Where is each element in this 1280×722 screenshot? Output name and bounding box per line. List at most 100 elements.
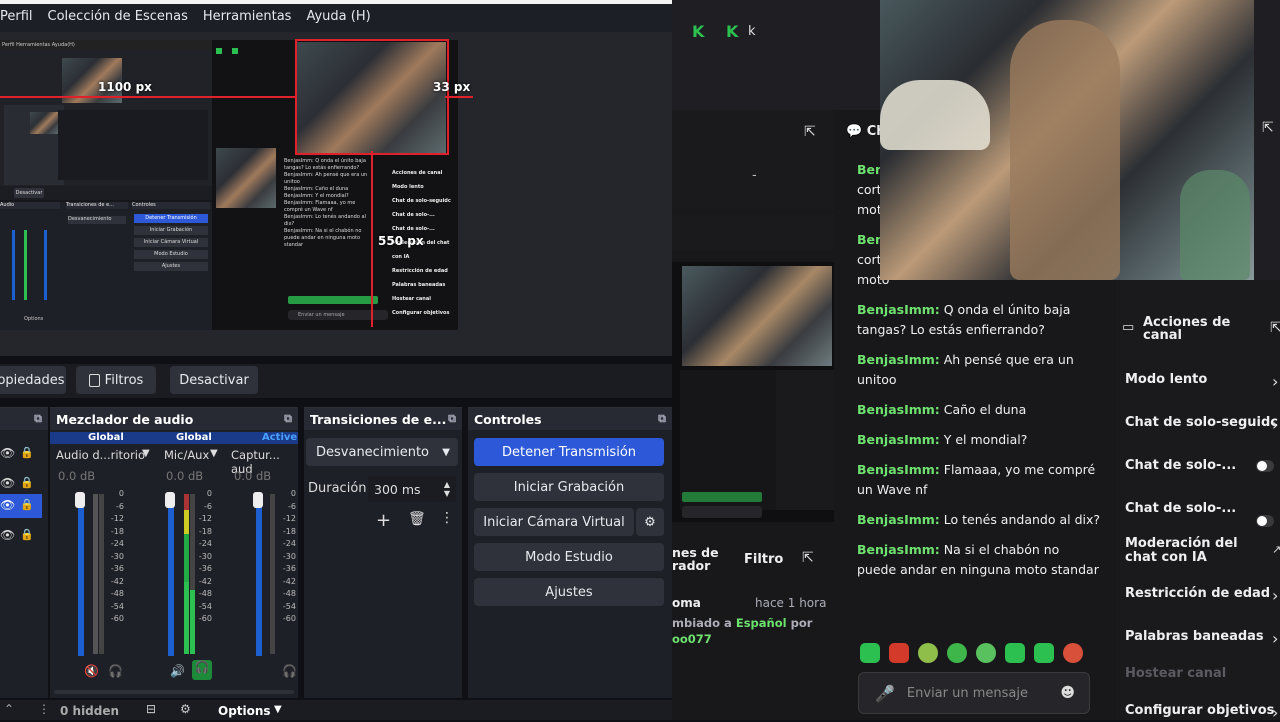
volume-track-2[interactable] xyxy=(256,496,262,656)
eye-icon[interactable]: 👁 xyxy=(0,528,15,542)
speaker-icon[interactable]: 🔊 xyxy=(170,664,185,678)
chat-user[interactable]: BenjasImm: xyxy=(857,462,940,477)
duration-stepper[interactable]: 300 ms ▲ ▼ xyxy=(368,476,456,502)
banned-words-item[interactable]: Palabras baneadas xyxy=(1125,629,1264,644)
kick-logo-icon[interactable]: K xyxy=(726,24,742,40)
muted-speaker-icon[interactable]: 🔇 xyxy=(84,664,99,678)
emoji-icon[interactable]: ☻ xyxy=(1060,685,1075,701)
volume-slider-2[interactable] xyxy=(253,492,263,508)
filter-button[interactable]: Filtro xyxy=(744,552,783,567)
popout-icon[interactable]: ⇱ xyxy=(804,124,816,140)
level-meter-2 xyxy=(270,494,275,654)
layout-icon[interactable]: ⊟ xyxy=(146,702,156,716)
eye-icon[interactable]: 👁 xyxy=(0,498,15,512)
age-restriction-item[interactable]: Restricción de edad xyxy=(1125,586,1270,601)
menu-tools[interactable]: Herramientas xyxy=(203,9,292,24)
trash-icon[interactable]: 🗑 xyxy=(408,511,426,527)
volume-track-0[interactable] xyxy=(78,496,84,656)
gear-icon[interactable]: ⚙ xyxy=(636,508,664,536)
chat-user[interactable]: BenjasImm: xyxy=(857,542,940,557)
nested-actions-1: Modo lento xyxy=(392,184,424,190)
nested-ctrl-2: Iniciar Cámara Virtual xyxy=(134,238,208,247)
stop-streaming-button[interactable]: Detener Transmisión xyxy=(474,438,664,466)
emote-only-item[interactable]: Chat de solo-... xyxy=(1125,501,1236,516)
sub-only-item[interactable]: Chat de solo-... xyxy=(1125,458,1236,473)
settings-button[interactable]: Ajustes xyxy=(474,578,664,606)
transition-select[interactable]: Desvanecimiento ▼ xyxy=(306,438,458,466)
emote-icon[interactable] xyxy=(889,643,909,663)
more-vertical-icon[interactable]: ⋮ xyxy=(440,510,454,526)
eye-icon[interactable]: 👁 xyxy=(0,446,15,460)
popout-icon[interactable]: ⧉ xyxy=(284,412,292,426)
popout-icon[interactable]: ⇱ xyxy=(802,550,814,566)
emote-icon[interactable] xyxy=(860,643,880,663)
chat-user[interactable]: BenjasImm: xyxy=(857,402,940,417)
emote-icon[interactable] xyxy=(918,643,938,663)
deactivate-button[interactable]: Desactivar xyxy=(170,366,258,394)
ai-moderation-item[interactable]: Moderación del chat con IA xyxy=(1125,537,1253,565)
followers-only-item[interactable]: Chat de solo-seguidc xyxy=(1125,415,1278,430)
activity-entry: oma hace 1 hora mbiado a Español por oo0… xyxy=(672,596,834,652)
settings-gear-icon[interactable]: ⚙ xyxy=(180,702,191,716)
selection-box[interactable] xyxy=(295,39,449,155)
chevron-down-icon[interactable]: ▼ xyxy=(274,704,282,715)
studio-mode-button[interactable]: Modo Estudio xyxy=(474,543,664,571)
options-menu[interactable]: Options xyxy=(218,704,271,718)
emote-icon[interactable] xyxy=(1063,643,1083,663)
menu-help[interactable]: Ayuda (H) xyxy=(306,9,370,24)
menu-profile[interactable]: Perfil xyxy=(0,9,33,24)
volume-track-1[interactable] xyxy=(168,496,174,656)
filters-button[interactable]: Filtros xyxy=(76,366,156,394)
chat-user[interactable]: BenjasImm: xyxy=(857,302,940,317)
lock-icon[interactable]: 🔒 xyxy=(20,476,34,489)
popout-icon[interactable]: ⧉ xyxy=(34,412,42,426)
microphone-icon[interactable]: 🎤 xyxy=(875,684,895,703)
monitor-headphones-icon[interactable]: 🎧 xyxy=(192,660,212,680)
chat-user[interactable]: BenjasImm: xyxy=(857,432,940,447)
eye-icon[interactable]: 👁 xyxy=(0,476,15,490)
popout-icon[interactable]: ⧉ xyxy=(658,412,666,426)
lock-icon[interactable]: 🔒 xyxy=(20,528,34,541)
slow-mode-item[interactable]: Modo lento xyxy=(1125,372,1207,387)
menu-scene-collection[interactable]: Colección de Escenas xyxy=(48,9,188,24)
emote-icon[interactable] xyxy=(1034,643,1054,663)
channel-tag-0: Global xyxy=(88,432,124,443)
mini-input xyxy=(682,506,762,518)
emote-icon[interactable] xyxy=(947,643,967,663)
volume-slider-0[interactable] xyxy=(75,492,85,508)
chevron-up-icon[interactable]: ⌃ xyxy=(4,702,14,716)
host-channel-item[interactable]: Hostear canal xyxy=(1125,666,1226,681)
stepper-arrows-icon[interactable]: ▲ ▼ xyxy=(444,480,450,498)
filters-icon xyxy=(88,373,100,387)
mixer-scrollbar[interactable] xyxy=(54,690,294,694)
chevron-down-icon[interactable]: ▼ xyxy=(210,448,218,459)
add-transition-icon[interactable]: + xyxy=(376,510,391,531)
popout-icon[interactable]: ⇱ xyxy=(1270,320,1280,336)
emote-icon[interactable] xyxy=(976,643,996,663)
start-virtual-camera-button[interactable]: Iniciar Cámara Virtual xyxy=(474,508,634,536)
kick-logo-icon[interactable]: K xyxy=(692,24,708,40)
more-vertical-icon[interactable]: ⋮ xyxy=(38,702,50,716)
monitor-headphones-icon[interactable]: 🎧 xyxy=(108,664,123,678)
chat-input[interactable]: 🎤 Enviar un mensaje ☻ xyxy=(858,672,1090,714)
properties-button[interactable]: opiedades xyxy=(0,366,66,394)
emote-icon[interactable] xyxy=(1005,643,1025,663)
lock-icon[interactable]: 🔒 xyxy=(20,498,34,511)
obs-menubar: Perfil Colección de Escenas Herramientas… xyxy=(0,0,672,32)
nested-ctrl-0: Detener Transmisión xyxy=(134,214,208,223)
chat-user[interactable]: BenjasImm: xyxy=(857,352,940,367)
volume-slider-1[interactable] xyxy=(165,492,175,508)
video-figure-hair xyxy=(880,80,990,150)
start-recording-button[interactable]: Iniciar Grabación xyxy=(474,473,664,501)
lock-icon[interactable]: 🔒 xyxy=(20,446,34,459)
popout-icon[interactable]: ⇱ xyxy=(1262,120,1280,138)
stream-video[interactable] xyxy=(880,0,1254,280)
chat-user[interactable]: BenjasImm: xyxy=(857,512,940,527)
goals-item[interactable]: Configurar objetivos xyxy=(1125,703,1274,718)
monitor-headphones-icon[interactable]: 🎧 xyxy=(282,664,297,678)
sub-only-toggle[interactable] xyxy=(1256,460,1274,472)
emote-only-toggle[interactable] xyxy=(1256,515,1274,527)
nested-meter-2 xyxy=(24,230,27,300)
popout-icon[interactable]: ⧉ xyxy=(448,412,456,426)
chevron-down-icon[interactable]: ▼ xyxy=(142,448,150,459)
